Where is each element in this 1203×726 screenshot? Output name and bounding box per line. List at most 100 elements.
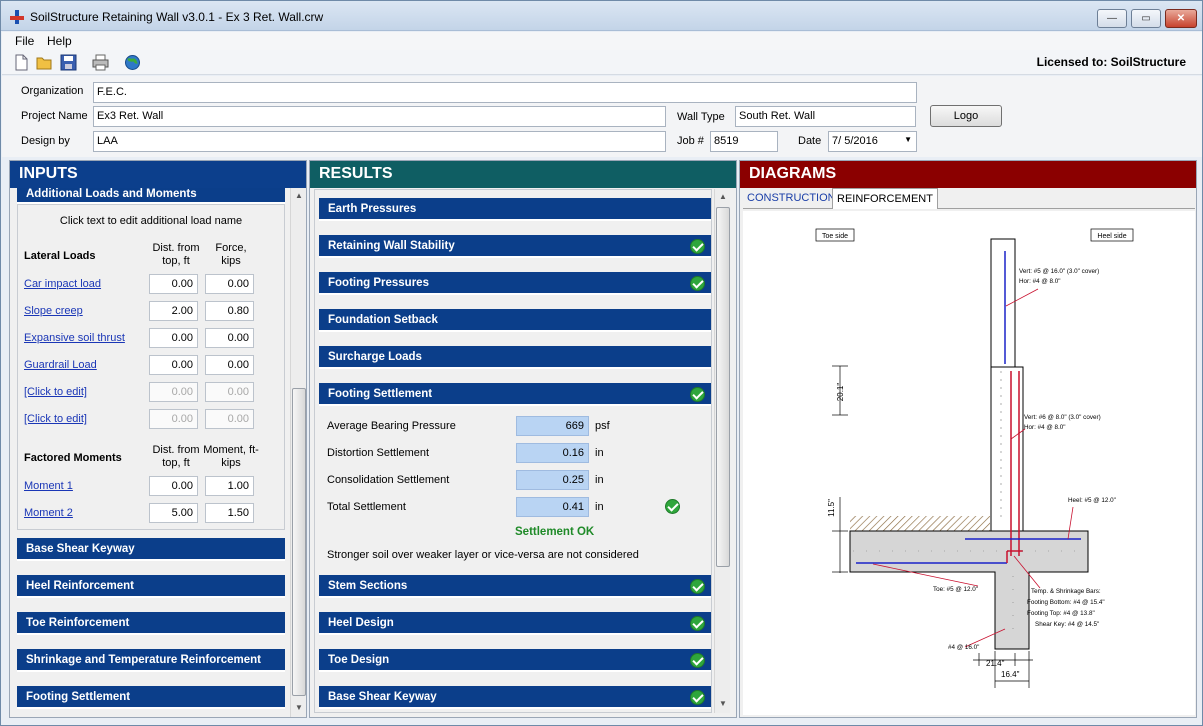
footing-settlement-results-bar[interactable]: Footing Settlement [319,383,711,406]
inputs-scroll-thumb[interactable] [292,388,306,696]
menu-help[interactable]: Help [47,34,72,48]
foundation-setback-bar[interactable]: Foundation Setback [319,309,711,332]
moment-value-input[interactable]: 1.50 [205,503,254,523]
results-scrollbar[interactable]: ▲ ▼ [714,189,730,713]
temp-title-label: Temp. & Shrinkage Bars: [1031,588,1101,595]
heel-reinforcement-bar[interactable]: Heel Reinforcement [17,575,285,598]
new-file-icon[interactable] [13,54,30,71]
lateral-force-input[interactable]: 0.00 [205,409,254,429]
minimize-button[interactable]: — [1097,9,1127,28]
toe-reinforcement-bar[interactable]: Toe Reinforcement [17,612,285,635]
tab-construction[interactable]: CONSTRUCTION [743,188,840,208]
check-icon [690,276,705,291]
close-button[interactable]: ✕ [1165,9,1197,28]
vert-upper-label: Vert: #5 @ 16.0" (3.0" cover) [1019,268,1099,275]
scroll-down-icon[interactable]: ▼ [295,703,303,712]
moment-name[interactable]: Moment 2 [24,507,73,519]
settlement-status: Settlement OK [515,526,595,538]
inputs-header: INPUTS [10,161,306,188]
moment-name[interactable]: Moment 1 [24,480,73,492]
job-number-field[interactable]: 8519 [710,131,778,152]
footing-settlement-bar[interactable]: Footing Settlement [17,686,285,709]
bar-label: Footing Pressures [328,277,429,289]
hor-upper-label: Hor: #4 @ 8.0" [1019,278,1061,285]
shrinkage-temperature-bar[interactable]: Shrinkage and Temperature Reinforcement [17,649,285,672]
wall-stability-bar[interactable]: Retaining Wall Stability [319,235,711,258]
lateral-dist-input[interactable]: 2.00 [149,301,198,321]
temp-bottom-label: Footing Bottom: #4 @ 15.4" [1027,599,1105,606]
save-icon[interactable] [60,54,77,71]
lateral-loads-title: Lateral Loads [24,250,96,262]
open-folder-icon[interactable] [36,54,53,71]
globe-icon[interactable] [124,54,141,71]
design-by-label: Design by [21,135,70,147]
lateral-dist-input[interactable]: 0.00 [149,409,198,429]
settlement-row-value: 0.41 [516,497,589,517]
tab-divider [743,208,1195,209]
lateral-dist-input[interactable]: 0.00 [149,355,198,375]
lateral-load-name[interactable]: Slope creep [24,305,83,317]
lateral-force-input[interactable]: 0.00 [205,382,254,402]
earth-pressures-bar[interactable]: Earth Pressures [319,198,711,221]
job-number-label: Job # [677,135,704,147]
lateral-dist-input[interactable]: 0.00 [149,328,198,348]
lateral-load-name[interactable]: Car impact load [24,278,101,290]
check-icon [690,616,705,631]
lateral-load-name[interactable]: [Click to edit] [24,386,87,398]
moment-dist-input[interactable]: 0.00 [149,476,198,496]
edit-hint: Click text to edit additional load name [59,215,243,227]
key-bar-label: #4 @ 16.0" [948,644,979,651]
inputs-panel: INPUTS Additional Loads and Moments Clic… [9,160,307,718]
wall-type-field[interactable]: South Ret. Wall [735,106,916,127]
date-picker[interactable]: 7/ 5/2016 ▼ [828,131,917,152]
lateral-force-input[interactable]: 0.00 [205,328,254,348]
results-scroll-area: Earth Pressures Retaining Wall Stability… [314,189,712,713]
scroll-up-icon[interactable]: ▲ [295,191,303,200]
maximize-button[interactable]: ▭ [1131,9,1161,28]
organization-field[interactable]: F.E.C. [93,82,917,103]
stem-sections-bar[interactable]: Stem Sections [319,575,711,598]
project-name-field[interactable]: Ex3 Ret. Wall [93,106,666,127]
settlement-row-unit: in [595,447,604,459]
lateral-force-input[interactable]: 0.00 [205,355,254,375]
bar-label: Surcharge Loads [328,351,422,363]
moment-dist-input[interactable]: 5.00 [149,503,198,523]
lateral-load-name[interactable]: Expansive soil thrust [24,332,125,344]
moment-value-input[interactable]: 1.00 [205,476,254,496]
lateral-load-name[interactable]: Guardrail Load [24,359,97,371]
logo-button[interactable]: Logo [930,105,1002,127]
base-shear-keyway-bar[interactable]: Base Shear Keyway [17,538,285,561]
settlement-section: Average Bearing Pressure 669 psf Distort… [319,406,711,568]
results-scroll-thumb[interactable] [716,207,730,567]
surcharge-loads-bar[interactable]: Surcharge Loads [319,346,711,369]
diagrams-header: DIAGRAMS [740,161,1196,188]
settlement-row-value: 669 [516,416,589,436]
tab-reinforcement[interactable]: REINFORCEMENT [832,188,938,209]
results-panel: RESULTS Earth Pressures Retaining Wall S… [309,160,737,718]
date-value: 7/ 5/2016 [832,135,878,147]
check-icon [690,653,705,668]
scroll-up-icon[interactable]: ▲ [719,192,727,201]
lateral-dist-input[interactable]: 0.00 [149,274,198,294]
moment-value-header: Moment, ft-kips [203,444,259,469]
footing-pressures-bar[interactable]: Footing Pressures [319,272,711,295]
toe-design-bar[interactable]: Toe Design [319,649,711,672]
title-bar: SoilStructure Retaining Wall v3.0.1 - Ex… [1,1,1202,31]
heel-design-bar[interactable]: Heel Design [319,612,711,635]
heel-side-label: Heel side [1097,233,1126,240]
base-shear-keyway-results-bar[interactable]: Base Shear Keyway [319,686,711,709]
design-by-field[interactable]: LAA [93,131,666,152]
lateral-dist-input[interactable]: 0.00 [149,382,198,402]
chevron-down-icon[interactable]: ▼ [904,135,912,144]
settlement-row-value: 0.25 [516,470,589,490]
lateral-force-input[interactable]: 0.80 [205,301,254,321]
inputs-scrollbar[interactable]: ▲ ▼ [290,188,306,717]
menu-file[interactable]: File [15,34,34,48]
check-icon [690,387,705,402]
lateral-force-input[interactable]: 0.00 [205,274,254,294]
scroll-down-icon[interactable]: ▼ [719,699,727,708]
lateral-load-name[interactable]: [Click to edit] [24,413,87,425]
additional-loads-bar[interactable]: Additional Loads and Moments [17,188,285,204]
bar-label: Heel Design [328,617,394,629]
print-icon[interactable] [92,54,109,71]
